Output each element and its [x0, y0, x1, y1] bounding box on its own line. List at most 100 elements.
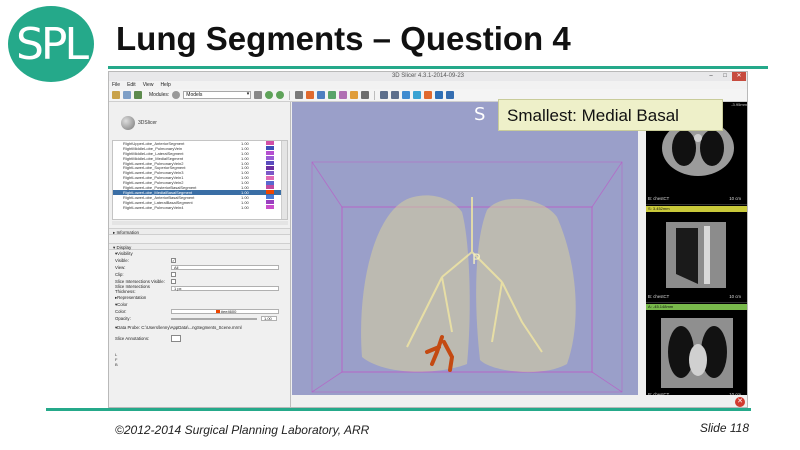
minimize-icon[interactable]: – — [704, 72, 718, 81]
load-dicom-icon[interactable] — [123, 91, 131, 99]
information-section[interactable]: ▸ Information — [109, 228, 290, 235]
layout-icon[interactable] — [361, 91, 370, 99]
representation-label: Representation — [117, 295, 147, 300]
model-color-swatch[interactable] — [266, 190, 274, 195]
view-label: View: — [115, 265, 126, 270]
visibility-subheader[interactable]: ▾ Visibility — [109, 250, 290, 257]
opacity-spinbox[interactable]: 1.00 — [261, 316, 277, 321]
model-hierarchy-tree[interactable]: RightUpperLobe_AnteriorSegment 1.00 RightM… — [112, 140, 288, 220]
footer-divider — [46, 408, 751, 411]
editor-icon[interactable] — [339, 91, 348, 99]
menu-edit[interactable]: Edit — [127, 81, 136, 89]
slice-annotations-button[interactable] — [171, 335, 181, 342]
3d-view[interactable]: S P — [292, 102, 638, 395]
view-select[interactable]: All — [171, 265, 279, 270]
copyright-footer: ©2012-2014 Surgical Planning Laboratory,… — [115, 423, 370, 437]
slice-annotations-label: Slice Annotations: — [115, 336, 150, 341]
maximize-icon[interactable]: □ — [718, 72, 732, 81]
extension-manager-icon[interactable] — [435, 91, 444, 99]
module-selector[interactable]: Models — [183, 91, 252, 99]
model-tree-row[interactable]: RightLowerLobe_PulmonaryVein4 1.00 — [113, 205, 287, 210]
menu-help[interactable]: Help — [160, 81, 170, 89]
model-color-swatch[interactable] — [266, 205, 274, 210]
model-color-swatch[interactable] — [266, 151, 274, 156]
model-color-swatch[interactable] — [266, 146, 274, 151]
model-color-swatch[interactable] — [266, 161, 274, 165]
tree-scrollbar[interactable] — [281, 141, 287, 219]
menu-file[interactable]: File — [112, 81, 120, 89]
opacity-slider[interactable] — [171, 317, 257, 320]
yellow-slice-view[interactable]: S: 3.452mm B: chestCT 10 cm — [646, 206, 747, 303]
view-arrow-icon[interactable] — [391, 91, 400, 99]
logo-text: SPL — [16, 18, 89, 70]
slide-number: Slide 118 — [699, 421, 749, 435]
color-row: Color: #ee4600 — [109, 308, 290, 315]
model-color-swatch[interactable] — [266, 185, 274, 190]
module-panel: 3DSlicer RightUpperLobe_AnteriorSegment 1… — [109, 102, 291, 407]
orientation-marker-center: P — [472, 252, 481, 268]
model-color-swatch[interactable] — [266, 165, 274, 170]
menu-view[interactable]: View — [143, 81, 154, 89]
information-header[interactable]: ▸ Information — [109, 228, 290, 235]
slicer-brand: 3DSlicer — [121, 116, 157, 130]
python-icon[interactable] — [446, 91, 455, 99]
yellow-slice-controller[interactable]: S: 3.452mm — [646, 206, 747, 212]
model-color-swatch[interactable] — [266, 200, 274, 205]
model-opacity: 1.00 — [241, 204, 249, 210]
slice-volume-label: B: chestCT — [648, 294, 670, 299]
visible-row: Visible: ✓ — [109, 257, 290, 264]
representation-subheader[interactable]: ▸ Representation — [109, 294, 290, 301]
green-slice-view[interactable]: A: -45.148mm B: chestCT 10 cm — [646, 304, 747, 401]
data-probe-header[interactable]: ▾ Data Probe: C:\Users\lenny\AppData\...… — [109, 324, 290, 331]
back-icon[interactable] — [265, 91, 274, 99]
layout-grid-icon[interactable] — [380, 91, 389, 99]
lung-3d-render — [311, 161, 623, 393]
crosshair-icon[interactable] — [402, 91, 411, 99]
color-label: Color: — [115, 309, 127, 314]
clip-checkbox[interactable] — [171, 272, 176, 277]
module-list-icon[interactable] — [254, 91, 263, 99]
model-color-swatch[interactable] — [266, 170, 274, 175]
error-log-icon[interactable]: ✕ — [735, 397, 745, 407]
fiducial-icon[interactable] — [424, 91, 433, 99]
close-icon[interactable]: ✕ — [732, 72, 746, 81]
visible-checkbox[interactable]: ✓ — [171, 258, 176, 263]
green-slice-controller[interactable]: A: -45.148mm — [646, 304, 747, 310]
color-section-label: Color — [117, 302, 128, 307]
color-picker[interactable]: #ee4600 — [171, 309, 279, 314]
models-icon[interactable] — [317, 91, 326, 99]
model-color-swatch[interactable] — [266, 141, 274, 146]
search-icon[interactable] — [172, 91, 181, 99]
modules-label: Modules: — [149, 92, 170, 98]
view-row: View: All — [109, 264, 290, 271]
display-label: Display — [116, 245, 132, 250]
data-icon[interactable] — [295, 91, 304, 99]
forward-icon[interactable] — [276, 91, 285, 99]
data-probe-label: Data Probe: C:\Users\lenny\AppData\...ng… — [117, 325, 242, 330]
display-header[interactable]: ▾ Display — [109, 243, 290, 250]
tree-horizontal-scrollbar[interactable] — [112, 221, 288, 225]
sagittal-ct-image — [666, 222, 726, 288]
slice-views: -3.95mm B: chestCT 10 cm S: 3.452mm B: c… — [646, 102, 747, 401]
toolbar-separator — [374, 90, 376, 100]
model-color-swatch[interactable] — [266, 156, 274, 161]
model-color-swatch[interactable] — [266, 195, 274, 200]
probe-line: B — [115, 362, 118, 367]
color-subheader[interactable]: ▾ Color — [109, 301, 290, 308]
transforms-icon[interactable] — [328, 91, 337, 99]
screenshot-icon[interactable] — [413, 91, 422, 99]
model-color-swatch[interactable] — [266, 175, 274, 180]
volumes-icon[interactable] — [306, 91, 315, 99]
model-color-swatch[interactable] — [266, 180, 274, 185]
slice-thickness-spinbox[interactable]: 1 px — [171, 286, 279, 291]
slice-intersections-checkbox[interactable] — [171, 279, 176, 284]
slide-title: Lung Segments – Question 4 — [116, 20, 571, 57]
slice-scale-bar: 10 cm — [729, 294, 741, 299]
save-icon[interactable] — [134, 91, 142, 99]
load-data-icon[interactable] — [112, 91, 120, 99]
markups-icon[interactable] — [350, 91, 359, 99]
model-name: RightLowerLobe_PulmonaryVein4 — [123, 204, 184, 210]
color-swatch — [215, 310, 220, 313]
visible-label: Visible: — [115, 258, 129, 263]
opacity-row: Opacity: 1.00 — [109, 315, 290, 322]
